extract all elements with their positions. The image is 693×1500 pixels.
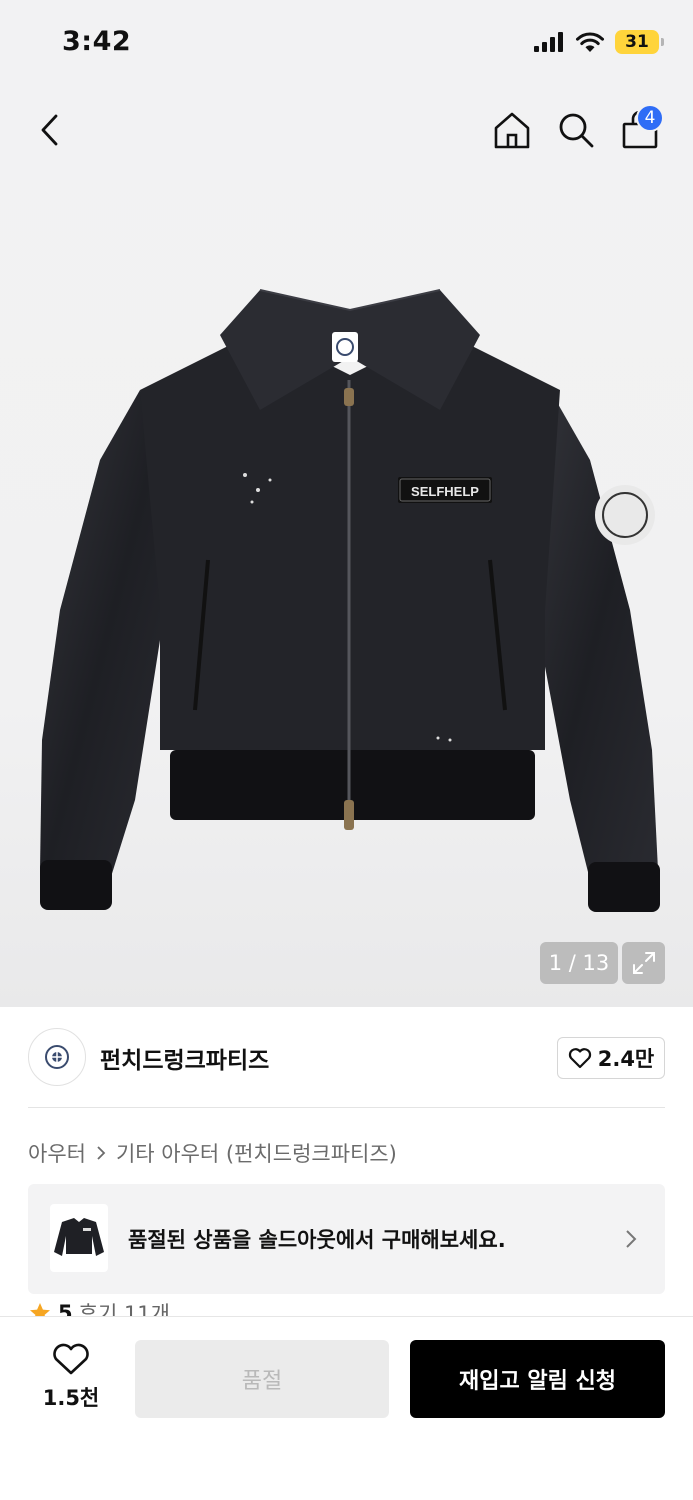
brand-logo[interactable] <box>28 1028 86 1086</box>
patch-text: SELFHELP <box>411 484 479 499</box>
battery-indicator: 31 <box>615 30 664 54</box>
brand-name[interactable]: 펀치드렁크파티즈 <box>100 1041 269 1075</box>
restock-alert-button[interactable]: 재입고 알림 신청 <box>410 1340 665 1418</box>
cart-count-badge: 4 <box>636 104 664 132</box>
chevron-right-icon <box>626 1230 637 1248</box>
divider <box>28 1107 665 1108</box>
breadcrumb-category[interactable]: 아우터 <box>28 1138 86 1168</box>
status-time: 3:42 <box>62 26 132 57</box>
soldout-banner-text: 품절된 상품을 솔드아웃에서 구매해보세요. <box>128 1228 506 1252</box>
back-icon[interactable] <box>30 108 74 152</box>
product-image[interactable]: SELFHELP <box>30 280 670 930</box>
brand-emblem-icon <box>45 1045 69 1069</box>
breadcrumb-subcategory[interactable]: 기타 아우터 (펀치드렁크파티즈) <box>116 1138 397 1168</box>
chevron-right-icon <box>97 1146 106 1160</box>
breadcrumb: 아우터 기타 아우터 (펀치드렁크파티즈) <box>28 1138 397 1168</box>
expand-button[interactable] <box>622 942 665 984</box>
soldout-thumbnail <box>50 1204 108 1272</box>
status-indicators: 31 <box>533 30 664 54</box>
product-page: 3:42 31 4 SELFHELP 1 / 13 펀치드렁크파티즈 2.4만 … <box>0 0 693 1500</box>
brand-like-button[interactable]: 2.4만 <box>557 1037 665 1079</box>
expand-icon <box>632 952 655 974</box>
home-icon[interactable] <box>490 108 534 152</box>
search-icon[interactable] <box>554 108 598 152</box>
signal-icon <box>534 32 563 52</box>
image-counter: 1 / 13 <box>540 942 618 984</box>
brand-like-count: 2.4만 <box>597 1047 655 1071</box>
jacket-thumbnail-icon <box>54 1218 104 1256</box>
heart-icon <box>568 1048 591 1069</box>
wifi-icon <box>576 32 604 52</box>
wishlist-count: 1.5천 <box>42 1386 100 1410</box>
product-gallery[interactable]: 3:42 31 4 SELFHELP 1 / 13 <box>0 0 693 1007</box>
soldout-banner[interactable]: 품절된 상품을 솔드아웃에서 구매해보세요. <box>28 1184 665 1294</box>
heart-icon <box>53 1343 89 1375</box>
soldout-button[interactable]: 품절 <box>135 1340 389 1418</box>
wishlist-button[interactable]: 1.5천 <box>36 1342 106 1414</box>
